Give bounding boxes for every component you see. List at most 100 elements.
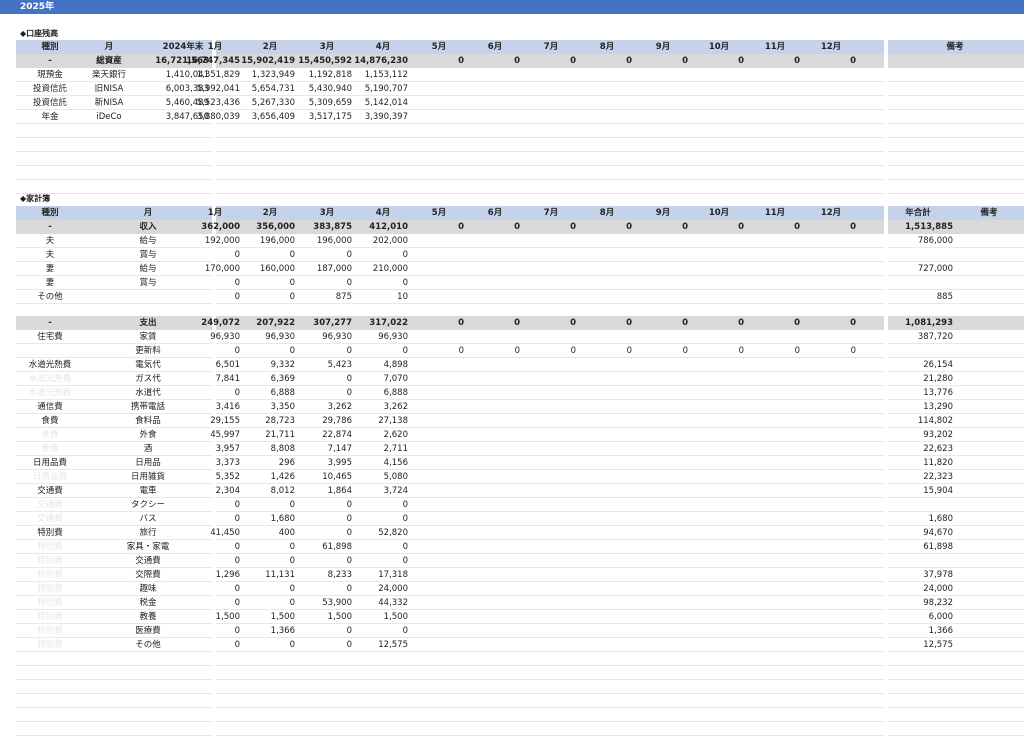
annual-total-cell[interactable] bbox=[873, 498, 953, 512]
amount-cell[interactable]: 202,000 bbox=[328, 234, 408, 248]
amount-cell[interactable]: 52,820 bbox=[328, 526, 408, 540]
column-header[interactable]: 年合計 bbox=[878, 206, 958, 220]
amount-cell[interactable]: 7,070 bbox=[328, 372, 408, 386]
total-cell[interactable]: 0 bbox=[776, 316, 856, 330]
column-header[interactable]: 月 bbox=[69, 40, 149, 54]
amount-cell[interactable]: 210,000 bbox=[328, 262, 408, 276]
category-cell[interactable]: 住宅費 bbox=[10, 330, 90, 344]
amount-cell[interactable]: 10 bbox=[328, 290, 408, 304]
category-cell[interactable]: 特別費 bbox=[10, 554, 90, 568]
total-cell[interactable]: - bbox=[10, 220, 90, 234]
amount-cell[interactable]: 2,620 bbox=[328, 428, 408, 442]
annual-total-cell[interactable]: 727,000 bbox=[873, 262, 953, 276]
column-header[interactable]: 12月 bbox=[791, 40, 871, 54]
annual-total-cell[interactable]: 24,000 bbox=[873, 582, 953, 596]
category-cell[interactable]: 水道光熱費 bbox=[10, 372, 90, 386]
amount-cell[interactable]: 4,156 bbox=[328, 456, 408, 470]
annual-total-cell[interactable] bbox=[873, 344, 953, 358]
total-cell[interactable]: - bbox=[10, 316, 90, 330]
total-cell[interactable]: 1,081,293 bbox=[873, 316, 953, 330]
category-cell[interactable]: 特別費 bbox=[10, 582, 90, 596]
amount-cell[interactable]: 3,724 bbox=[328, 484, 408, 498]
category-cell[interactable]: 交通費 bbox=[10, 484, 90, 498]
category-cell[interactable]: 日用品費 bbox=[10, 470, 90, 484]
category-cell[interactable]: 夫 bbox=[10, 248, 90, 262]
annual-total-cell[interactable]: 22,323 bbox=[873, 470, 953, 484]
annual-total-cell[interactable] bbox=[873, 248, 953, 262]
category-cell[interactable]: 特別費 bbox=[10, 526, 90, 540]
annual-total-cell[interactable]: 22,623 bbox=[873, 442, 953, 456]
amount-cell[interactable]: 1,500 bbox=[328, 610, 408, 624]
category-cell[interactable]: 食費 bbox=[10, 428, 90, 442]
total-cell[interactable]: 1,513,885 bbox=[873, 220, 953, 234]
annual-total-cell[interactable]: 61,898 bbox=[873, 540, 953, 554]
total-cell[interactable]: 0 bbox=[776, 220, 856, 234]
amount-cell[interactable]: 0 bbox=[328, 512, 408, 526]
amount-cell[interactable]: 96,930 bbox=[328, 330, 408, 344]
category-cell[interactable]: 特別費 bbox=[10, 568, 90, 582]
total-cell[interactable]: 0 bbox=[776, 54, 856, 68]
category-cell[interactable]: 食費 bbox=[10, 414, 90, 428]
amount-cell[interactable]: 24,000 bbox=[328, 582, 408, 596]
category-cell[interactable]: 妻 bbox=[10, 262, 90, 276]
annual-total-cell[interactable]: 94,670 bbox=[873, 526, 953, 540]
category-cell[interactable]: 特別費 bbox=[10, 638, 90, 652]
amount-cell[interactable]: 0 bbox=[328, 540, 408, 554]
amount-cell[interactable]: 3,262 bbox=[328, 400, 408, 414]
annual-total-cell[interactable]: 98,232 bbox=[873, 596, 953, 610]
column-header[interactable]: 12月 bbox=[791, 206, 871, 220]
amount-cell[interactable]: 0 bbox=[328, 248, 408, 262]
annual-total-cell[interactable] bbox=[873, 276, 953, 290]
annual-total-cell[interactable]: 13,290 bbox=[873, 400, 953, 414]
category-cell[interactable]: 交通費 bbox=[10, 498, 90, 512]
column-header[interactable]: 備考 bbox=[915, 40, 995, 54]
balance-cell[interactable]: 1,153,112 bbox=[328, 68, 408, 82]
annual-total-cell[interactable]: 6,000 bbox=[873, 610, 953, 624]
category-cell[interactable]: 通信費 bbox=[10, 400, 90, 414]
annual-total-cell[interactable]: 93,202 bbox=[873, 428, 953, 442]
category-cell[interactable]: 特別費 bbox=[10, 624, 90, 638]
amount-cell[interactable]: 0 bbox=[328, 624, 408, 638]
amount-cell[interactable]: 6,888 bbox=[328, 386, 408, 400]
category-cell[interactable]: 日用品費 bbox=[10, 456, 90, 470]
amount-cell[interactable]: 17,318 bbox=[328, 568, 408, 582]
amount-cell[interactable]: 0 bbox=[328, 276, 408, 290]
amount-cell[interactable]: 4,898 bbox=[328, 358, 408, 372]
balance-cell[interactable]: 3,390,397 bbox=[328, 110, 408, 124]
amount-cell[interactable]: 44,332 bbox=[328, 596, 408, 610]
annual-total-cell[interactable]: 12,575 bbox=[873, 638, 953, 652]
annual-total-cell[interactable]: 13,776 bbox=[873, 386, 953, 400]
category-cell[interactable]: 水道光熱費 bbox=[10, 386, 90, 400]
column-header[interactable]: 備考 bbox=[949, 206, 1024, 220]
amount-cell[interactable]: 2,711 bbox=[328, 442, 408, 456]
category-cell[interactable]: 特別費 bbox=[10, 610, 90, 624]
category-cell[interactable]: 交通費 bbox=[10, 512, 90, 526]
annual-total-cell[interactable]: 786,000 bbox=[873, 234, 953, 248]
amount-cell[interactable]: 27,138 bbox=[328, 414, 408, 428]
category-cell[interactable] bbox=[10, 344, 90, 358]
annual-total-cell[interactable]: 26,154 bbox=[873, 358, 953, 372]
annual-total-cell[interactable]: 114,802 bbox=[873, 414, 953, 428]
annual-total-cell[interactable]: 11,820 bbox=[873, 456, 953, 470]
annual-total-cell[interactable]: 21,280 bbox=[873, 372, 953, 386]
category-cell[interactable]: 特別費 bbox=[10, 540, 90, 554]
annual-total-cell[interactable]: 1,680 bbox=[873, 512, 953, 526]
amount-cell[interactable]: 12,575 bbox=[328, 638, 408, 652]
category-cell[interactable]: 食費 bbox=[10, 442, 90, 456]
annual-total-cell[interactable] bbox=[873, 554, 953, 568]
amount-cell[interactable]: 5,080 bbox=[328, 470, 408, 484]
amount-cell[interactable]: 0 bbox=[328, 498, 408, 512]
category-cell[interactable]: その他 bbox=[10, 290, 90, 304]
balance-cell[interactable]: 5,190,707 bbox=[328, 82, 408, 96]
balance-cell[interactable]: 5,142,014 bbox=[328, 96, 408, 110]
category-cell[interactable]: 水道光熱費 bbox=[10, 358, 90, 372]
category-cell[interactable]: 夫 bbox=[10, 234, 90, 248]
annual-total-cell[interactable]: 885 bbox=[873, 290, 953, 304]
amount-cell[interactable]: 0 bbox=[776, 344, 856, 358]
column-header[interactable]: 種別 bbox=[10, 206, 90, 220]
category-cell[interactable]: 妻 bbox=[10, 276, 90, 290]
annual-total-cell[interactable]: 1,366 bbox=[873, 624, 953, 638]
category-cell[interactable]: 特別費 bbox=[10, 596, 90, 610]
amount-cell[interactable]: 0 bbox=[328, 554, 408, 568]
annual-total-cell[interactable]: 15,904 bbox=[873, 484, 953, 498]
